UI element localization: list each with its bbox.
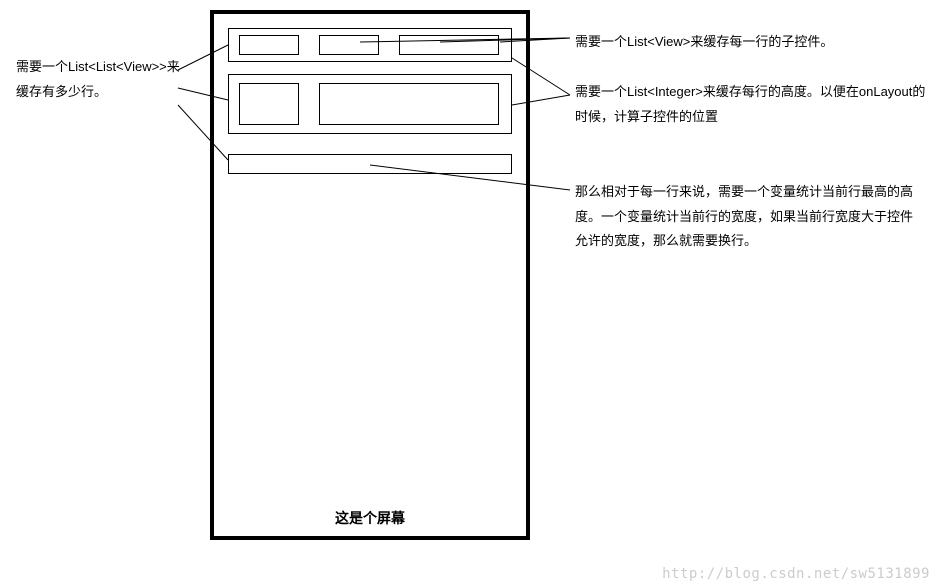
row1-child-3 bbox=[399, 35, 499, 55]
watermark: http://blog.csdn.net/sw5131899 bbox=[662, 566, 930, 582]
row2-child-1 bbox=[239, 83, 299, 125]
phone-frame: 这是个屏幕 bbox=[210, 10, 530, 540]
flow-row-3 bbox=[228, 154, 512, 174]
annotation-line-wrap: 那么相对于每一行来说，需要一个变量统计当前行最高的高度。一个变量统计当前行的宽度… bbox=[575, 180, 925, 254]
row1-child-1 bbox=[239, 35, 299, 55]
flow-row-1 bbox=[228, 28, 512, 62]
screen-label: 这是个屏幕 bbox=[214, 508, 526, 528]
row1-child-2 bbox=[319, 35, 379, 55]
annotation-height-list: 需要一个List<Integer>来缓存每行的高度。以便在onLayout的时候… bbox=[575, 80, 935, 129]
annotation-child-list: 需要一个List<View>来缓存每一行的子控件。 bbox=[575, 30, 935, 55]
flow-row-2 bbox=[228, 74, 512, 134]
annotation-rows-list: 需要一个List<List<View>>来缓存有多少行。 bbox=[16, 55, 186, 104]
row2-child-2 bbox=[319, 83, 499, 125]
